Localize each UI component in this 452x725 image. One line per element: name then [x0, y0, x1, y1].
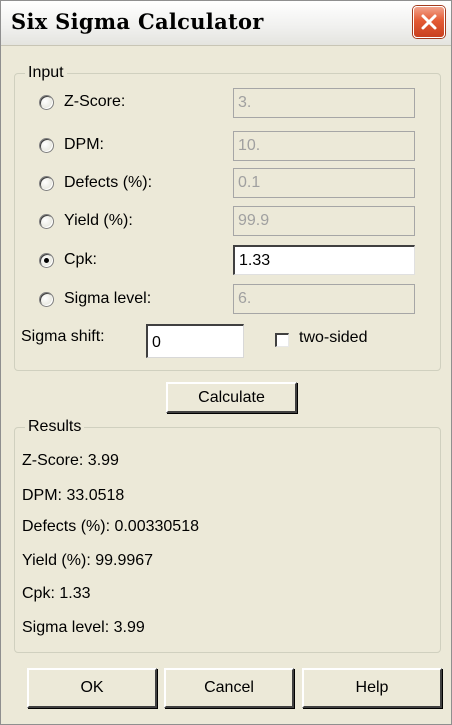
- result-dpm: DPM: 33.0518: [22, 487, 125, 504]
- sigma-shift-input[interactable]: 0: [146, 324, 244, 358]
- two-sided-label[interactable]: two-sided: [299, 329, 367, 347]
- radio-defects-label: Defects (%):: [64, 174, 153, 191]
- result-z-score: Z-Score: 3.99: [22, 452, 119, 469]
- radio-z-score-indicator[interactable]: [39, 94, 54, 110]
- cancel-button[interactable]: Cancel: [164, 668, 294, 708]
- close-icon: [421, 14, 437, 30]
- sigma-level-field: 6.: [233, 284, 415, 314]
- six-sigma-dialog: Six Sigma Calculator Input Z-Score: 3. D…: [0, 0, 452, 725]
- dpm-field: 10.: [233, 131, 415, 161]
- yield-field: 99.9: [233, 206, 415, 236]
- radio-dpm-label: DPM:: [64, 136, 104, 153]
- help-button[interactable]: Help: [302, 668, 442, 708]
- results-legend: Results: [25, 418, 85, 436]
- close-button[interactable]: [413, 6, 445, 38]
- result-yield: Yield (%): 99.9967: [22, 552, 154, 569]
- radio-cpk[interactable]: Cpk:: [39, 245, 97, 275]
- radio-yield-label: Yield (%):: [64, 212, 133, 229]
- radio-cpk-label: Cpk:: [64, 251, 97, 268]
- radio-dpm-indicator[interactable]: [39, 137, 54, 153]
- ok-button[interactable]: OK: [27, 668, 157, 708]
- radio-z-score-label: Z-Score:: [64, 93, 126, 110]
- radio-z-score[interactable]: Z-Score:: [39, 87, 125, 117]
- radio-sigma-level[interactable]: Sigma level:: [39, 284, 151, 314]
- radio-cpk-indicator[interactable]: [39, 252, 54, 268]
- radio-dpm[interactable]: DPM:: [39, 130, 104, 160]
- title-bar[interactable]: Six Sigma Calculator: [1, 1, 451, 46]
- defects-field: 0.1: [233, 168, 415, 198]
- radio-defects[interactable]: Defects (%):: [39, 168, 152, 198]
- calculate-button[interactable]: Calculate: [166, 382, 297, 413]
- input-legend: Input: [25, 64, 67, 82]
- radio-yield[interactable]: Yield (%):: [39, 206, 133, 236]
- result-defects: Defects (%): 0.00330518: [22, 518, 199, 535]
- cpk-field[interactable]: 1.33: [233, 245, 415, 275]
- radio-yield-indicator[interactable]: [39, 213, 54, 229]
- result-sigma-level: Sigma level: 3.99: [22, 619, 145, 636]
- radio-sigma-level-indicator[interactable]: [39, 291, 54, 307]
- sigma-shift-label: Sigma shift:: [21, 328, 105, 345]
- window-title: Six Sigma Calculator: [11, 9, 264, 34]
- two-sided-checkbox[interactable]: [275, 333, 289, 347]
- z-score-field: 3.: [233, 88, 415, 118]
- result-cpk: Cpk: 1.33: [22, 585, 91, 602]
- radio-defects-indicator[interactable]: [39, 175, 54, 191]
- radio-sigma-level-label: Sigma level:: [64, 290, 152, 307]
